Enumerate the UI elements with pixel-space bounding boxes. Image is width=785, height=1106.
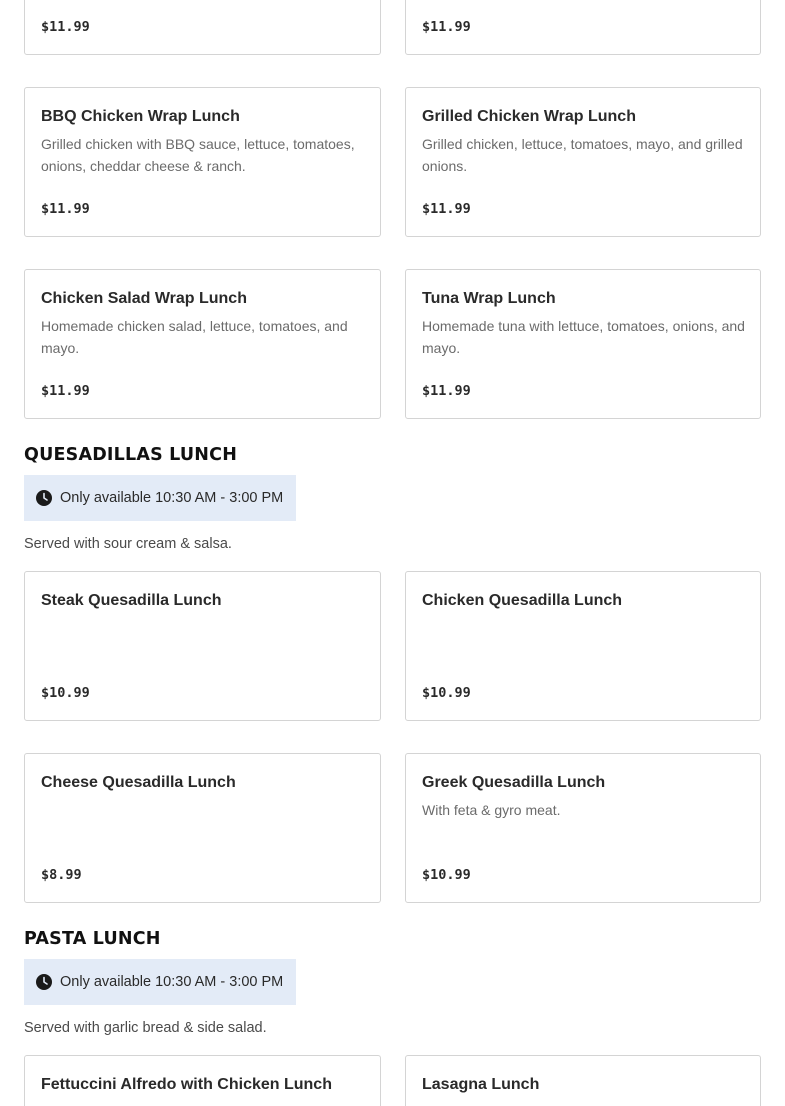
item-description: With feta & gyro meat.	[422, 802, 561, 818]
item-name: Fettuccini Alfredo with Chicken Lunch	[41, 1076, 332, 1093]
item-price: $11.99	[422, 383, 471, 399]
clock-icon	[36, 974, 52, 990]
availability-text: Only available 10:30 AM - 3:00 PM	[60, 490, 284, 506]
item-name: Cheese Quesadilla Lunch	[41, 774, 236, 791]
menu-item-card[interactable]: Chicken Quesadilla Lunch $10.99	[405, 571, 761, 721]
availability-banner: Only available 10:30 AM - 3:00 PM	[24, 475, 296, 521]
item-description: Homemade chicken salad, lettuce, tomatoe…	[41, 318, 348, 356]
section-title-quesadillas: QUESADILLAS LUNCH	[24, 445, 238, 465]
item-price: $10.99	[422, 685, 471, 701]
item-name: Steak Quesadilla Lunch	[41, 592, 222, 609]
menu-item-card[interactable]: Lasagna Lunch	[405, 1055, 761, 1106]
menu-item-card[interactable]: Cheese Quesadilla Lunch $8.99	[24, 753, 381, 903]
item-price: $11.99	[41, 201, 90, 217]
item-description: Grilled chicken with BBQ sauce, lettuce,…	[41, 136, 355, 174]
menu-item-card[interactable]: Grilled Chicken Wrap Lunch Grilled chick…	[405, 87, 761, 237]
item-price: $11.99	[41, 19, 90, 35]
item-name: Lasagna Lunch	[422, 1076, 540, 1093]
menu-item-card[interactable]: Chicken Salad Wrap Lunch Homemade chicke…	[24, 269, 381, 419]
menu-item-card[interactable]: Greek Quesadilla Lunch With feta & gyro …	[405, 753, 761, 903]
item-price: $11.99	[422, 19, 471, 35]
item-description: Grilled chicken, lettuce, tomatoes, mayo…	[422, 136, 743, 174]
menu-item-card[interactable]: Steak Quesadilla Lunch $10.99	[24, 571, 381, 721]
item-price: $10.99	[41, 685, 90, 701]
item-name: Tuna Wrap Lunch	[422, 290, 556, 307]
clock-icon	[36, 490, 52, 506]
section-note: Served with sour cream & salsa.	[24, 536, 232, 552]
item-price: $10.99	[422, 867, 471, 883]
item-price: $11.99	[422, 201, 471, 217]
menu-page: $11.99 $11.99 BBQ Chicken Wrap Lunch Gri…	[0, 0, 785, 1106]
menu-item-card[interactable]: $11.99	[24, 0, 381, 55]
item-name: Chicken Quesadilla Lunch	[422, 592, 623, 609]
item-price: $11.99	[41, 383, 90, 399]
item-description: Homemade tuna with lettuce, tomatoes, on…	[422, 318, 745, 356]
item-name: BBQ Chicken Wrap Lunch	[41, 108, 240, 125]
item-name: Greek Quesadilla Lunch	[422, 774, 606, 791]
menu-item-card[interactable]: $11.99	[405, 0, 761, 55]
menu-item-card[interactable]: BBQ Chicken Wrap Lunch Grilled chicken w…	[24, 87, 381, 237]
item-name: Chicken Salad Wrap Lunch	[41, 290, 247, 307]
item-name: Grilled Chicken Wrap Lunch	[422, 108, 636, 125]
item-price: $8.99	[41, 867, 82, 883]
availability-banner: Only available 10:30 AM - 3:00 PM	[24, 959, 296, 1005]
menu-item-card[interactable]: Tuna Wrap Lunch Homemade tuna with lettu…	[405, 269, 761, 419]
section-title-pasta: PASTA LUNCH	[24, 929, 161, 949]
menu-item-card[interactable]: Fettuccini Alfredo with Chicken Lunch	[24, 1055, 381, 1106]
availability-text: Only available 10:30 AM - 3:00 PM	[60, 974, 284, 990]
section-note: Served with garlic bread & side salad.	[24, 1020, 267, 1036]
